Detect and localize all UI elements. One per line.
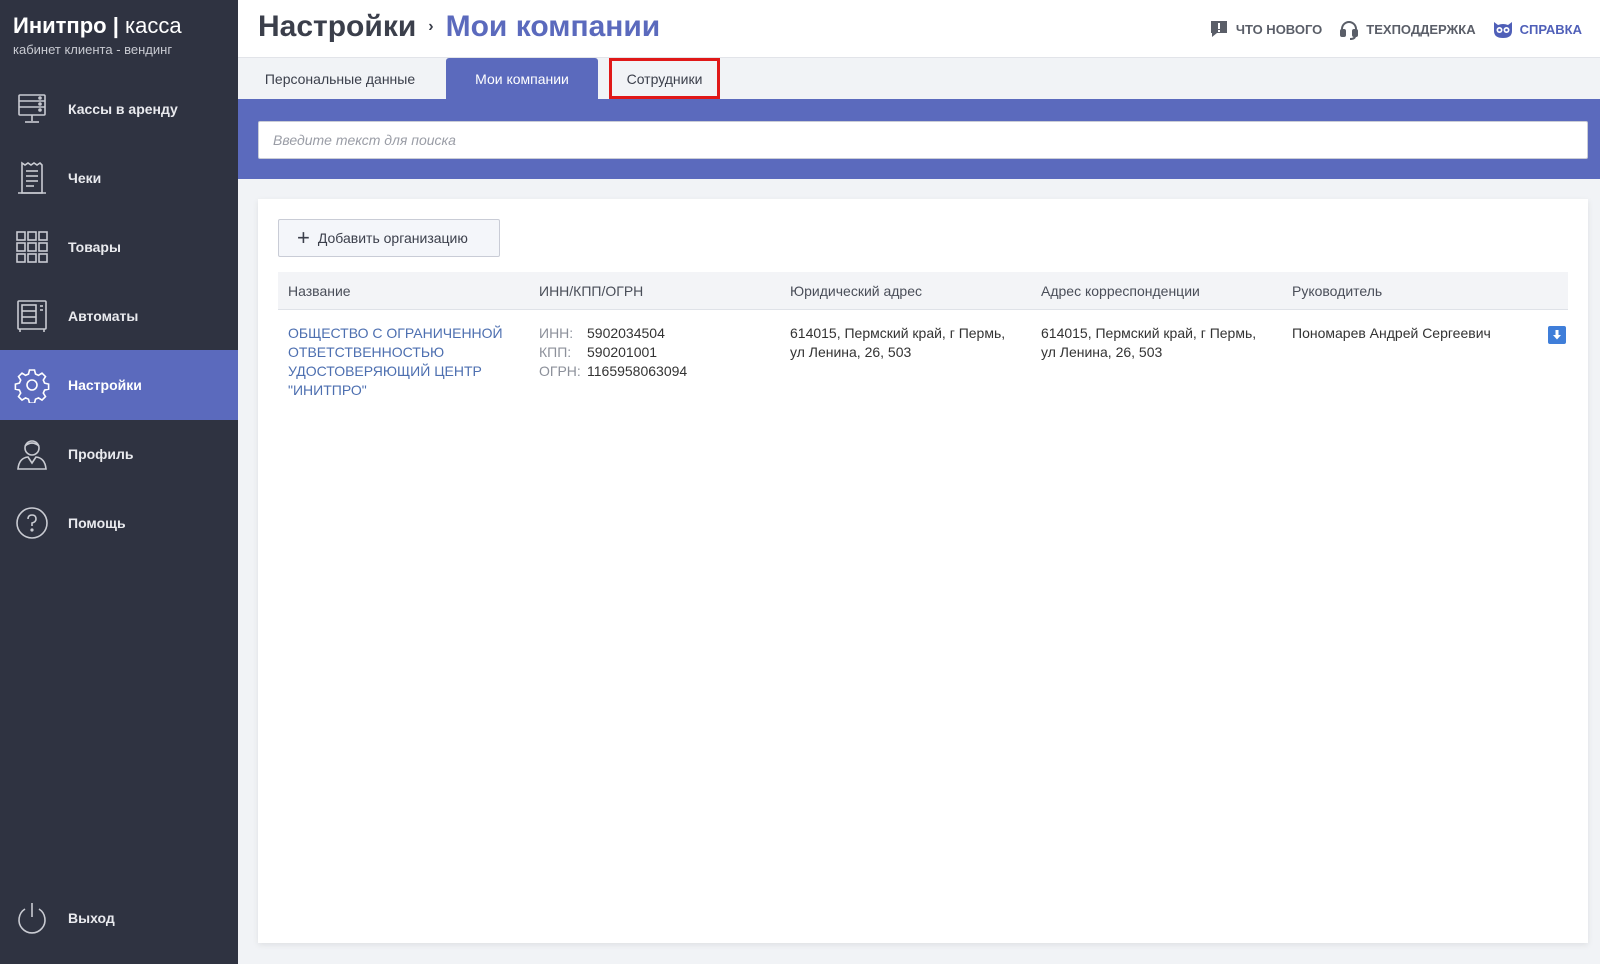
kpp-value: 590201001 [587, 344, 658, 360]
download-arrow-icon [1553, 330, 1561, 340]
sidebar-item-label: Товары [68, 239, 121, 255]
vending-machine-icon [14, 298, 50, 334]
sidebar-item-settings[interactable]: Настройки [0, 350, 238, 420]
brand: Инитпро | касса кабинет клиента - вендин… [13, 12, 182, 57]
inn-row: ИНН: 5902034504 [539, 324, 780, 343]
companies-card: + Добавить организацию Название ИНН/КПП/… [258, 199, 1588, 943]
receipt-icon [14, 160, 50, 196]
announcement-icon [1208, 18, 1230, 40]
cell-actions [1538, 324, 1568, 400]
whats-new-label: ЧТО НОВОГО [1235, 21, 1323, 37]
sidebar-item-label: Чеки [68, 170, 102, 186]
page-title: Мои компании [445, 10, 661, 43]
cash-register-icon [14, 91, 50, 127]
brand-title[interactable]: Инитпро | касса [13, 12, 182, 40]
column-header-director: Руководитель [1292, 282, 1383, 299]
sidebar-item-profile[interactable]: Профиль [0, 419, 238, 489]
sidebar-item-label: Помощь [68, 515, 126, 531]
table-row: ОБЩЕСТВО С ОГРАНИЧЕННОЙ ОТВЕТСТВЕННОСТЬЮ… [278, 310, 1568, 400]
companies-table: Название ИНН/КПП/ОГРН Юридический адрес … [278, 272, 1568, 400]
headset-icon [1338, 18, 1360, 40]
company-link[interactable]: ОБЩЕСТВО С ОГРАНИЧЕННОЙ ОТВЕТСТВЕННОСТЬЮ… [288, 324, 508, 400]
sidebar-item-goods[interactable]: Товары [0, 212, 238, 282]
sidebar-item-help[interactable]: Помощь [0, 488, 238, 558]
help-circle-icon [14, 505, 50, 541]
tab-employees[interactable]: Сотрудники [609, 58, 720, 99]
plus-icon: + [297, 225, 310, 250]
column-header-legal-address: Юридический адрес [790, 282, 923, 299]
whats-new-link[interactable]: ЧТО НОВОГО [1208, 18, 1322, 40]
cell-name: ОБЩЕСТВО С ОГРАНИЧЕННОЙ ОТВЕТСТВЕННОСТЬЮ… [278, 324, 529, 400]
user-icon [14, 436, 50, 472]
search-input[interactable] [258, 121, 1588, 159]
brand-separator: | [112, 13, 119, 38]
breadcrumb: Настройки › Мои компании [258, 10, 660, 44]
column-header-mail-address: Адрес корреспонденции [1041, 282, 1200, 299]
tab-personal-data[interactable]: Персональные данные [238, 58, 442, 99]
inn-value: 5902034504 [587, 325, 665, 341]
cell-ids: ИНН: 5902034504 КПП: 590201001 ОГРН: 116… [529, 324, 780, 400]
sidebar-item-label: Профиль [68, 446, 134, 462]
sidebar-item-label: Настройки [68, 377, 142, 393]
sidebar-item-label: Выход [68, 910, 115, 926]
download-button[interactable] [1548, 326, 1566, 344]
ogrn-label: ОГРН: [539, 363, 581, 379]
add-organization-button[interactable]: + Добавить организацию [278, 219, 500, 257]
column-header-name: Название [288, 282, 351, 299]
brand-name-light: касса [124, 13, 182, 38]
grid-icon [14, 229, 50, 265]
tab-bar: Персональные данные Мои компании Сотрудн… [238, 58, 1600, 99]
ogrn-row: ОГРН: 1165958063094 [539, 362, 780, 381]
help-label: СПРАВКА [1519, 21, 1582, 37]
sidebar-item-label: Кассы в аренду [68, 101, 178, 117]
ogrn-value: 1165958063094 [587, 363, 688, 379]
sidebar: Инитпро | касса кабинет клиента - вендин… [0, 0, 238, 964]
support-label: ТЕХПОДДЕРЖКА [1366, 21, 1476, 37]
support-link[interactable]: ТЕХПОДДЕРЖКА [1338, 18, 1476, 40]
breadcrumb-root[interactable]: Настройки [258, 10, 416, 44]
kpp-label: КПП: [539, 344, 572, 360]
sidebar-item-rent-kkt[interactable]: Кассы в аренду [0, 74, 238, 144]
tab-my-companies[interactable]: Мои компании [446, 58, 598, 99]
add-organization-label: Добавить организацию [317, 230, 468, 246]
sidebar-item-vending[interactable]: Автоматы [0, 281, 238, 351]
mail-address: 614015, Пермский край, г Пермь, ул Ленин… [1041, 325, 1257, 360]
brand-subtitle: кабинет клиента - вендинг [13, 42, 173, 57]
top-links: ЧТО НОВОГО ТЕХПОДДЕРЖКА СПРАВКА [1208, 18, 1582, 40]
power-icon [14, 900, 50, 936]
cell-director: Пономарев Андрей Сергеевич [1292, 325, 1491, 341]
owl-icon [1492, 18, 1514, 40]
kpp-row: КПП: 590201001 [539, 343, 780, 362]
header: Настройки › Мои компании ЧТО НОВОГО ТЕХП… [238, 0, 1600, 58]
breadcrumb-arrow-icon: › [428, 18, 434, 35]
cell-mail-address: 614015, Пермский край, г Пермь, ул Ленин… [1031, 324, 1282, 400]
search-band [238, 99, 1600, 179]
cell-legal-address: 614015, Пермский край, г Пермь, ул Ленин… [780, 324, 1031, 400]
inn-label: ИНН: [539, 325, 574, 341]
sidebar-item-label: Автоматы [68, 308, 139, 324]
legal-address: 614015, Пермский край, г Пермь, ул Ленин… [790, 325, 1006, 360]
column-header-ids: ИНН/КПП/ОГРН [539, 282, 644, 299]
gear-icon [14, 367, 50, 403]
help-link[interactable]: СПРАВКА [1492, 18, 1582, 40]
sidebar-item-logout[interactable]: Выход [0, 883, 238, 953]
brand-name-bold: Инитпро [13, 13, 107, 38]
table-header: Название ИНН/КПП/ОГРН Юридический адрес … [278, 272, 1568, 310]
sidebar-item-receipts[interactable]: Чеки [0, 143, 238, 213]
